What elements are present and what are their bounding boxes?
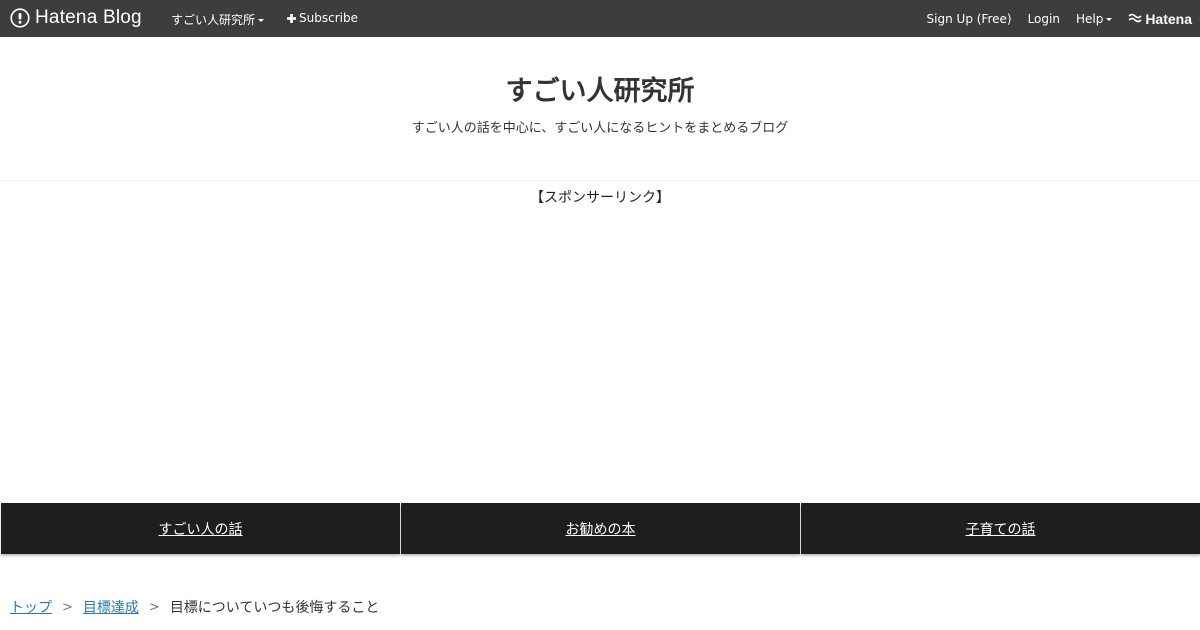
logo-text: Hatena Blog	[35, 7, 142, 28]
category-nav-item[interactable]: すごい人の話	[1, 503, 400, 554]
hatena-blog-icon	[10, 8, 30, 28]
signup-link[interactable]: Sign Up (Free)	[927, 12, 1012, 26]
plus-icon	[287, 13, 296, 23]
breadcrumb: トップ > 目標達成 > 目標についていつも後悔すること	[10, 597, 379, 617]
help-label: Help	[1075, 11, 1104, 26]
blog-menu-label: すごい人研究所	[171, 13, 256, 27]
category-nav-item[interactable]: お勧めの本	[401, 503, 800, 554]
category-nav-label: すごい人の話	[158, 521, 243, 538]
breadcrumb-link-category[interactable]: 目標達成	[83, 597, 139, 617]
blog-menu-button[interactable]: すごい人研究所	[171, 11, 265, 28]
category-nav-label: 子育ての話	[965, 521, 1036, 538]
category-nav: すごい人の話 お勧めの本 子育ての話	[0, 503, 1200, 554]
topbar-right: Sign Up (Free) Login Help Hatena	[911, 0, 1192, 37]
login-link[interactable]: Login	[1028, 12, 1060, 26]
category-nav-item[interactable]: 子育ての話	[801, 503, 1200, 554]
blog-description: すごい人の話を中心に、すごい人になるヒントをまとめるブログ	[411, 121, 789, 136]
hatena-text: Hatena	[1145, 10, 1192, 27]
breadcrumb-link-top[interactable]: トップ	[10, 597, 52, 617]
hatena-wave-icon	[1128, 13, 1142, 23]
blog-title[interactable]: すごい人研究所	[0, 69, 1200, 108]
category-nav-label: お勧めの本	[565, 521, 636, 538]
subscribe-label: Subscribe	[299, 11, 358, 25]
header-divider	[0, 180, 1200, 181]
hatena-blog-logo[interactable]: Hatena Blog	[10, 7, 142, 29]
global-header: Hatena Blog すごい人研究所 Subscribe Sign Up (F…	[0, 0, 1200, 37]
breadcrumb-current: 目標についていつも後悔すること	[169, 600, 380, 616]
breadcrumb-separator: >	[148, 599, 160, 615]
subscribe-button[interactable]: Subscribe	[287, 11, 358, 25]
caret-down-icon	[1106, 17, 1113, 21]
hatena-logo[interactable]: Hatena	[1128, 11, 1192, 27]
breadcrumb-separator: >	[62, 599, 73, 615]
caret-down-icon	[258, 18, 265, 22]
sponsor-link-label: 【スポンサーリンク】	[530, 190, 670, 206]
help-menu-button[interactable]: Help	[1075, 11, 1113, 26]
